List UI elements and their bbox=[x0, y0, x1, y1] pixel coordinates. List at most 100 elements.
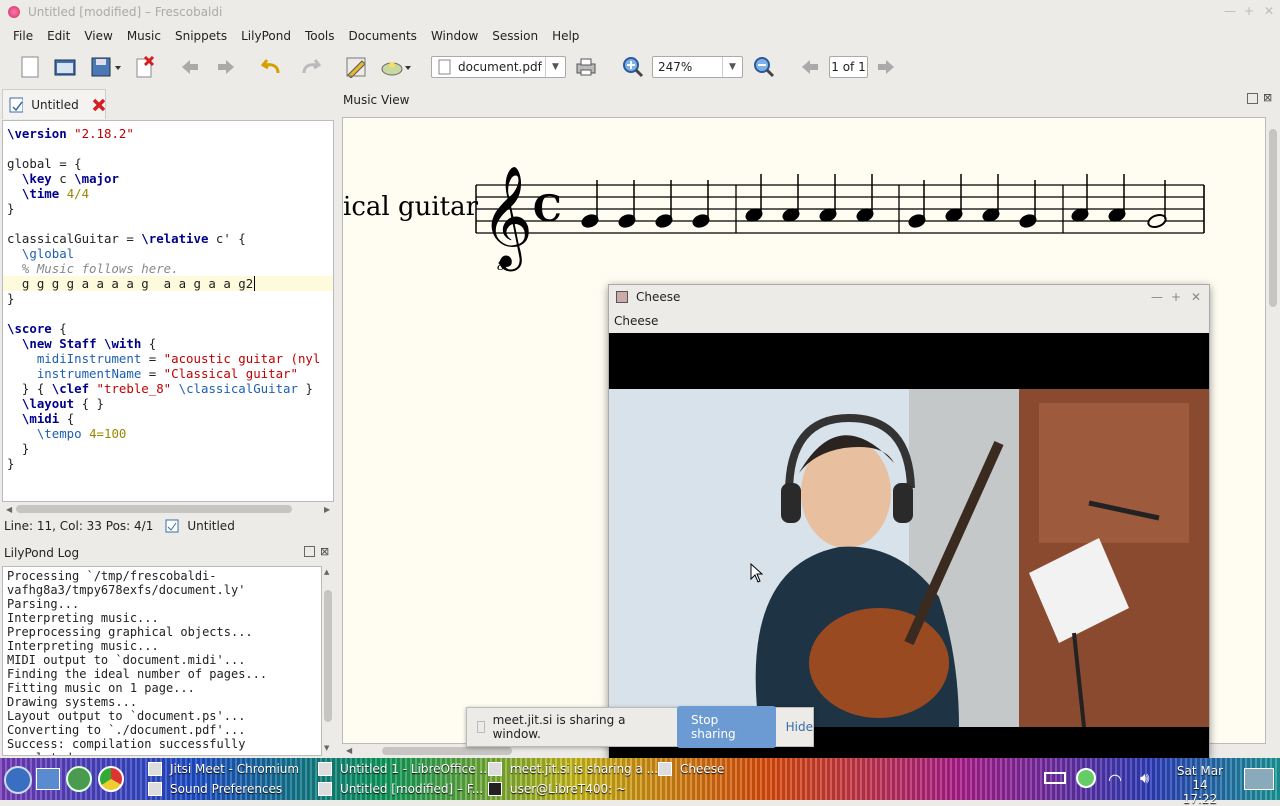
open-folder-icon[interactable] bbox=[53, 55, 77, 79]
taskbar: Jitsi Meet - Chromium Untitled 1 - Libre… bbox=[0, 758, 1280, 806]
clef-octave-label: 8 bbox=[497, 259, 505, 274]
scroll-left-icon[interactable]: ◀ bbox=[346, 746, 352, 755]
music-vertical-scrollbar[interactable] bbox=[1266, 117, 1280, 744]
code-line-15: \new Staff \with { bbox=[21, 336, 157, 351]
code-line-4: \key c \major bbox=[21, 171, 119, 186]
back-arrow-icon[interactable] bbox=[178, 55, 202, 79]
page-number-field[interactable]: 1 of 1 bbox=[829, 56, 868, 78]
log-line: Success: compilation successfully bbox=[7, 737, 246, 751]
status-document-name: Untitled bbox=[187, 519, 235, 533]
previous-page-icon[interactable] bbox=[798, 55, 822, 79]
minimize-icon[interactable]: — bbox=[1151, 290, 1163, 304]
scroll-down-icon[interactable]: ▼ bbox=[324, 744, 329, 752]
code-line-5: \time 4/4 bbox=[21, 186, 90, 201]
menu-snippets[interactable]: Snippets bbox=[168, 29, 234, 43]
menu-help[interactable]: Help bbox=[545, 29, 586, 43]
wifi-icon[interactable]: ◠ bbox=[1108, 770, 1122, 789]
maximize-icon[interactable]: + bbox=[1244, 4, 1254, 18]
close-icon[interactable]: ✕ bbox=[1191, 290, 1201, 304]
print-icon[interactable] bbox=[574, 55, 598, 79]
forward-arrow-icon[interactable] bbox=[214, 55, 238, 79]
editor-horizontal-scrollbar[interactable]: ◀ ▶ bbox=[2, 502, 334, 516]
cheese-menu[interactable]: Cheese bbox=[614, 314, 658, 328]
lilypond-engrave-icon[interactable] bbox=[380, 55, 414, 79]
document-tabs: Untitled bbox=[0, 89, 336, 119]
new-document-icon[interactable] bbox=[18, 55, 42, 79]
scroll-left-icon[interactable]: ◀ bbox=[6, 505, 12, 514]
code-line-1: \version "2.18.2" bbox=[7, 126, 134, 141]
menu-documents[interactable]: Documents bbox=[342, 29, 424, 43]
drag-handle-icon[interactable] bbox=[477, 721, 485, 733]
treble-clef-icon: 𝄞 bbox=[481, 164, 533, 272]
task-frescobaldi[interactable]: Untitled [modified] – F... bbox=[318, 779, 483, 799]
instrument-name: ical guitar bbox=[343, 192, 479, 222]
hide-button[interactable]: Hide bbox=[786, 720, 813, 734]
task-libreoffice[interactable]: Untitled 1 - LibreOffice ... bbox=[318, 759, 491, 779]
document-select[interactable]: document.pdf ▼ bbox=[431, 56, 566, 78]
mouse-pointer-icon bbox=[750, 563, 764, 583]
float-panel-icon[interactable] bbox=[1247, 93, 1258, 104]
close-document-icon[interactable] bbox=[133, 55, 157, 79]
cheese-title: Cheese bbox=[636, 290, 681, 304]
minimize-icon[interactable]: — bbox=[1224, 4, 1236, 18]
home-folder-icon[interactable] bbox=[36, 768, 60, 790]
tab-untitled[interactable]: Untitled bbox=[2, 89, 106, 119]
log-line: Drawing systems... bbox=[7, 695, 138, 709]
clock-date: Sat Mar 14 bbox=[1176, 764, 1224, 792]
menu-file[interactable]: File bbox=[6, 29, 40, 43]
scroll-thumb[interactable] bbox=[16, 505, 292, 513]
menu-view[interactable]: View bbox=[77, 29, 119, 43]
task-jitsi-chromium[interactable]: Jitsi Meet - Chromium bbox=[148, 759, 299, 779]
menu-tools[interactable]: Tools bbox=[298, 29, 342, 43]
chromium-icon[interactable] bbox=[98, 766, 124, 792]
task-terminal[interactable]: user@LibreT400: ~ bbox=[488, 779, 626, 799]
log-line: Parsing... bbox=[7, 597, 80, 611]
close-icon[interactable]: ✕ bbox=[1264, 4, 1274, 18]
menu-lilypond[interactable]: LilyPond bbox=[234, 29, 298, 43]
scroll-thumb[interactable] bbox=[1269, 129, 1277, 307]
document-select-value: document.pdf bbox=[458, 60, 542, 74]
scroll-thumb[interactable] bbox=[382, 747, 512, 755]
stop-sharing-button[interactable]: Stop sharing bbox=[676, 706, 776, 748]
scroll-up-icon[interactable]: ▲ bbox=[324, 568, 329, 576]
scroll-thumb[interactable] bbox=[324, 590, 332, 722]
battery-icon[interactable] bbox=[1044, 772, 1066, 784]
code-line-23: } bbox=[7, 456, 15, 471]
task-cheese[interactable]: Cheese bbox=[658, 759, 724, 779]
maximize-icon[interactable]: + bbox=[1171, 290, 1181, 304]
menu-session[interactable]: Session bbox=[485, 29, 545, 43]
update-shield-icon[interactable] bbox=[1076, 768, 1096, 788]
undo-icon[interactable] bbox=[260, 55, 284, 79]
close-tab-icon[interactable] bbox=[91, 97, 105, 113]
log-line: vafhg8a3/tmpy678exfs/document.ly' bbox=[7, 583, 246, 597]
zoom-select[interactable]: 247% ▼ bbox=[652, 56, 743, 78]
task-sound-preferences[interactable]: Sound Preferences bbox=[148, 779, 282, 799]
menu-window[interactable]: Window bbox=[424, 29, 485, 43]
menu-edit[interactable]: Edit bbox=[40, 29, 77, 43]
chevron-down-icon[interactable]: ▼ bbox=[545, 57, 565, 77]
chevron-down-icon[interactable]: ▼ bbox=[722, 57, 742, 77]
redo-icon[interactable] bbox=[298, 55, 322, 79]
scroll-right-icon[interactable]: ▶ bbox=[324, 505, 330, 514]
log-line: Preprocessing graphical objects... bbox=[7, 625, 253, 639]
zoom-out-icon[interactable] bbox=[752, 55, 776, 79]
close-panel-icon[interactable]: ⊠ bbox=[320, 545, 329, 558]
close-panel-icon[interactable]: ⊠ bbox=[1263, 91, 1272, 104]
show-desktop-icon[interactable] bbox=[1244, 768, 1274, 790]
volume-icon[interactable]: 🔊︎ bbox=[1140, 769, 1149, 787]
log-title: LilyPond Log bbox=[4, 546, 80, 560]
task-sharing-notice[interactable]: meet.jit.si is sharing a ... bbox=[488, 759, 658, 779]
float-panel-icon[interactable] bbox=[304, 546, 315, 557]
log-vertical-scrollbar[interactable]: ▲ ▼ bbox=[322, 566, 334, 756]
code-editor[interactable]: \version "2.18.2" global = { \key c \maj… bbox=[2, 120, 334, 502]
code-line-3: global = { bbox=[7, 156, 82, 171]
zoom-in-icon[interactable] bbox=[621, 55, 645, 79]
start-menu-icon[interactable] bbox=[4, 766, 32, 794]
lilypond-log-panel: LilyPond Log ⊠ Processing `/tmp/frescoba… bbox=[0, 544, 336, 758]
music-staff: 𝄞 8 C bbox=[475, 164, 1205, 274]
next-page-icon[interactable] bbox=[874, 55, 898, 79]
edit-pencil-icon[interactable] bbox=[344, 55, 368, 79]
menu-music[interactable]: Music bbox=[120, 29, 168, 43]
save-icon[interactable] bbox=[90, 55, 124, 79]
browser-globe-icon[interactable] bbox=[66, 766, 92, 792]
